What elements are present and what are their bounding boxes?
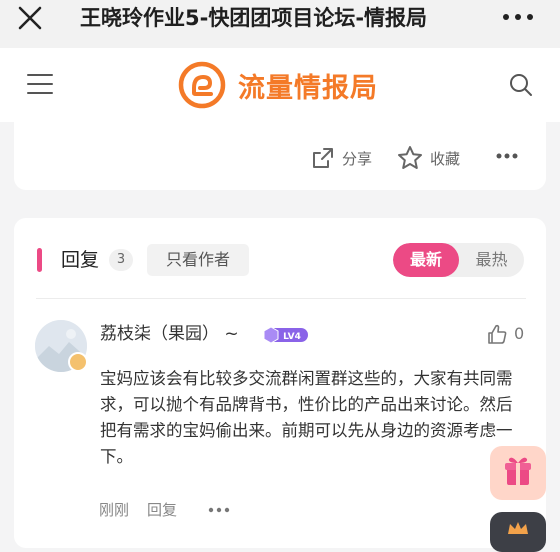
like-count: 0: [514, 324, 525, 343]
collect-label: 收藏: [430, 149, 461, 168]
comment-reply-button[interactable]: 回复: [147, 499, 177, 521]
more-horizontal-icon[interactable]: [494, 146, 520, 166]
crown-floating-button[interactable]: [490, 512, 546, 552]
close-icon[interactable]: [14, 2, 48, 36]
reply-count-badge: 3: [109, 249, 133, 271]
gift-icon: [505, 457, 531, 485]
more-horizontal-icon[interactable]: [207, 501, 231, 519]
sort-hottest-tab[interactable]: 最热: [459, 243, 524, 277]
comment-text: 宝妈应该会有比较多交流群闲置群这些的，大家有共同需求，可以抛个有品牌背书，性价比…: [100, 369, 513, 466]
sort-toggle: 最新 最热: [393, 243, 524, 277]
section-accent-bar: [37, 248, 42, 272]
sort-newest-tab[interactable]: 最新: [393, 243, 459, 277]
logo-mark-icon: [178, 61, 226, 109]
search-icon[interactable]: [508, 72, 534, 98]
collect-button[interactable]: 收藏: [396, 140, 460, 176]
share-button[interactable]: 分享: [310, 140, 372, 176]
more-horizontal-icon[interactable]: [496, 6, 540, 28]
comment-time: 刚刚: [99, 501, 130, 519]
level-badge: LV4: [263, 326, 308, 344]
share-label: 分享: [342, 149, 373, 168]
brand-name: 流量情报局: [238, 72, 378, 104]
only-author-button[interactable]: 只看作者: [147, 244, 249, 276]
crown-icon: [508, 522, 528, 534]
star-icon: [398, 146, 422, 169]
page-title: 王晓玲作业5-快团团项目论坛-情报局: [80, 6, 428, 30]
site-header: 流量情报局: [0, 48, 560, 122]
divider: [36, 298, 526, 299]
level-text: LV4: [283, 332, 301, 342]
avatar-badge-icon: [68, 352, 88, 372]
top-app-bar: 王晓玲作业5-快团团项目论坛-情报局: [0, 0, 560, 48]
site-logo[interactable]: 流量情报局: [178, 60, 378, 110]
thumbs-up-icon[interactable]: [486, 323, 508, 345]
gift-floating-button[interactable]: [490, 446, 546, 500]
replies-title: 回复: [61, 249, 100, 271]
share-icon: [313, 148, 333, 168]
hamburger-menu-icon[interactable]: [26, 72, 54, 96]
post-card: [14, 120, 546, 190]
comment-username[interactable]: 荔枝柒（果园） ~: [100, 322, 239, 346]
